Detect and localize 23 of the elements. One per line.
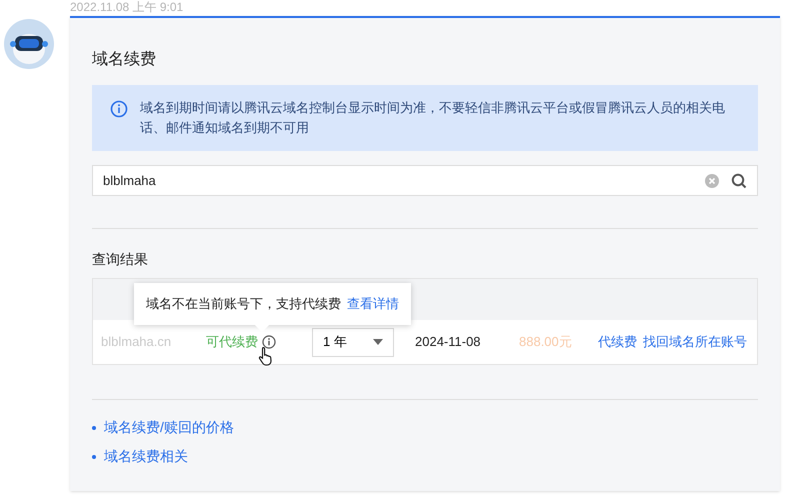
expiry-date: 2024-11-08 [415, 333, 482, 352]
tooltip-text: 域名不在当前账号下，支持代续费 [146, 295, 341, 314]
action-link[interactable]: 代续费 [598, 332, 637, 352]
bullet-icon [92, 454, 96, 458]
caret-icon [373, 339, 383, 345]
action-link[interactable]: 找回域名所在账号 [643, 332, 747, 352]
info-icon [110, 100, 128, 118]
search-field[interactable]: blblmaha [92, 165, 758, 196]
alert-text: 域名到期时间请以腾讯云域名控制台显示时间为准，不要轻信非腾讯云平台或假冒腾讯云人员的相关电话、邮件通知域名到期不可用 [140, 99, 726, 137]
period-select[interactable]: 1 年 [312, 328, 394, 356]
info-icon[interactable] [262, 335, 276, 349]
search-icon[interactable] [731, 172, 747, 188]
details-link[interactable]: 查看详情 [347, 294, 399, 314]
robot-avatar-icon [4, 19, 54, 69]
search-input[interactable]: blblmaha [103, 170, 705, 190]
section-title: 查询结果 [92, 250, 149, 269]
bullet-icon [92, 426, 96, 430]
help-link[interactable]: 域名续费/赎回的价格 [104, 418, 234, 437]
message-timestamp: 2022.11.08 上午 9:01 [70, 0, 184, 15]
card-title: 域名续费 [92, 50, 157, 70]
price-cell-text: 888.00元 [519, 333, 573, 352]
help-link[interactable]: 域名续费相关 [104, 447, 188, 466]
status-label: 可代续费 [206, 333, 258, 352]
